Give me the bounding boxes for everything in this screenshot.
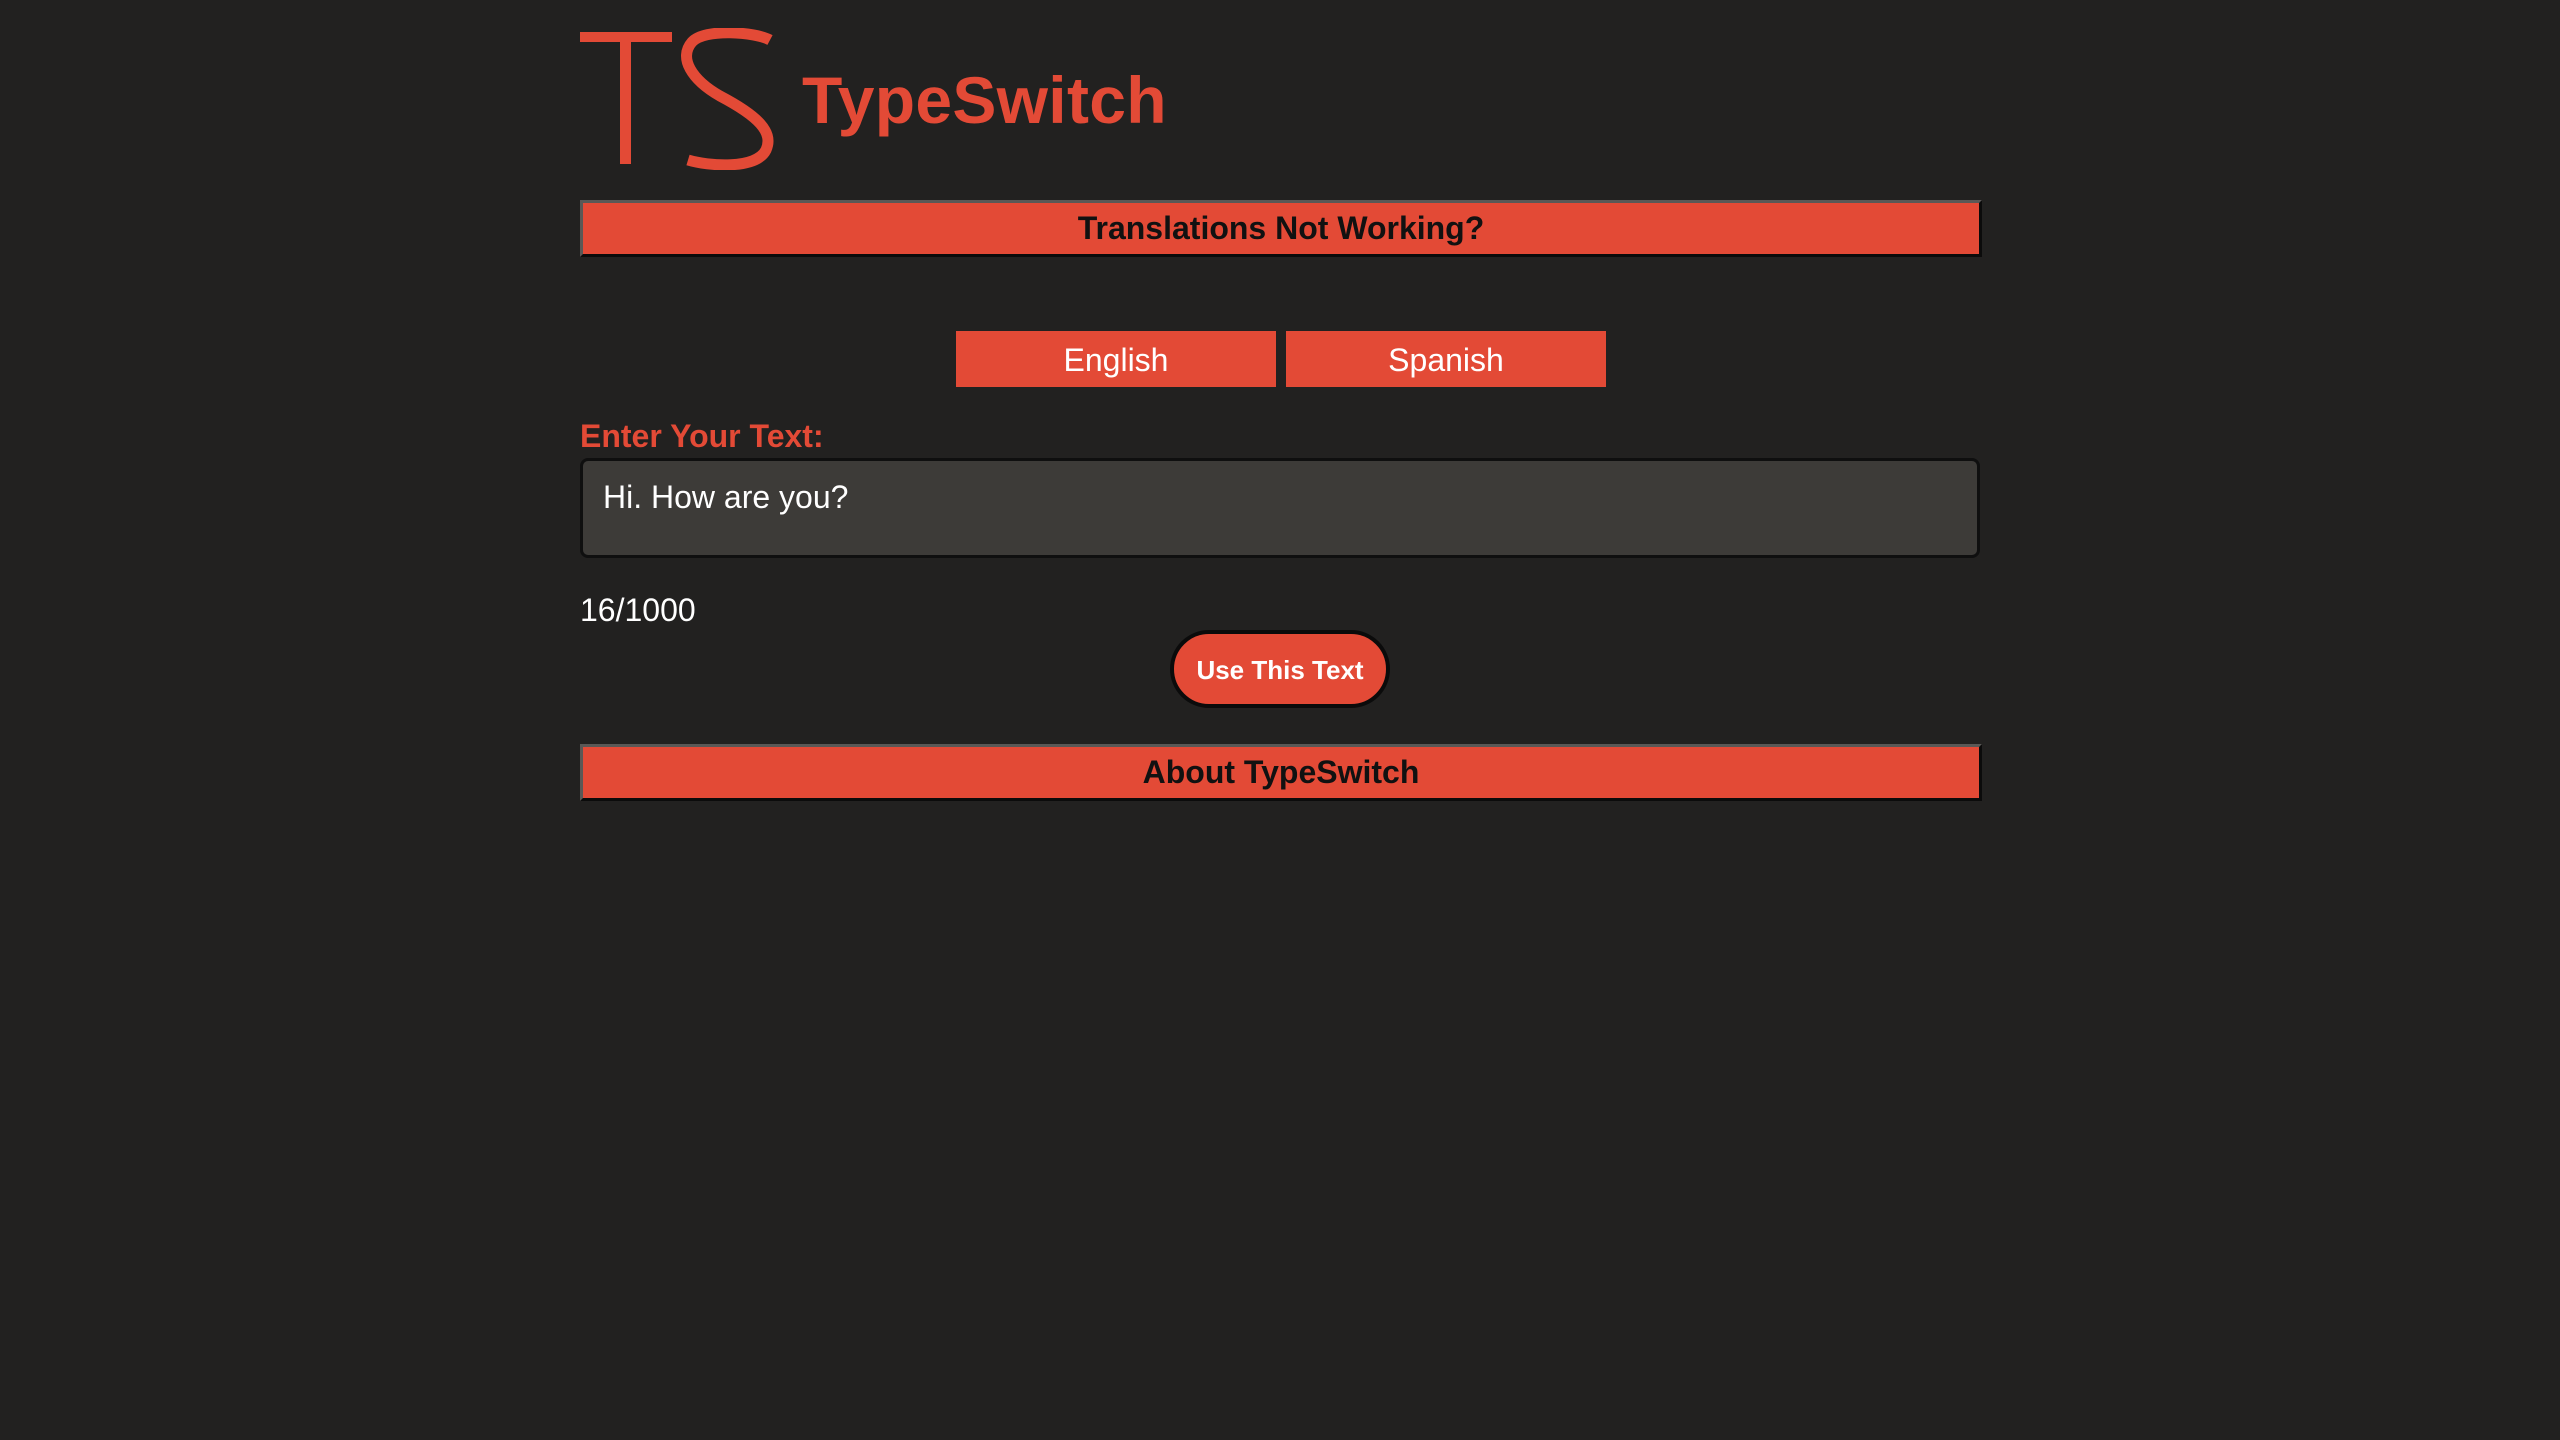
language-button-spanish[interactable]: Spanish [1286, 331, 1606, 387]
language-selector: English Spanish [956, 331, 1606, 387]
brand-name: TypeSwitch [802, 63, 1167, 137]
translations-not-working-banner[interactable]: Translations Not Working? [580, 200, 1982, 257]
about-typeswitch-banner[interactable]: About TypeSwitch [580, 744, 1982, 801]
language-button-english[interactable]: English [956, 331, 1276, 387]
text-input-label: Enter Your Text: [580, 418, 824, 454]
use-this-text-button[interactable]: Use This Text [1170, 630, 1390, 708]
header: TypeSwitch [580, 28, 1280, 170]
typeswitch-logo-icon [580, 28, 774, 170]
character-count: 16/1000 [580, 592, 696, 628]
text-input-field[interactable]: Hi. How are you? [580, 458, 1980, 558]
